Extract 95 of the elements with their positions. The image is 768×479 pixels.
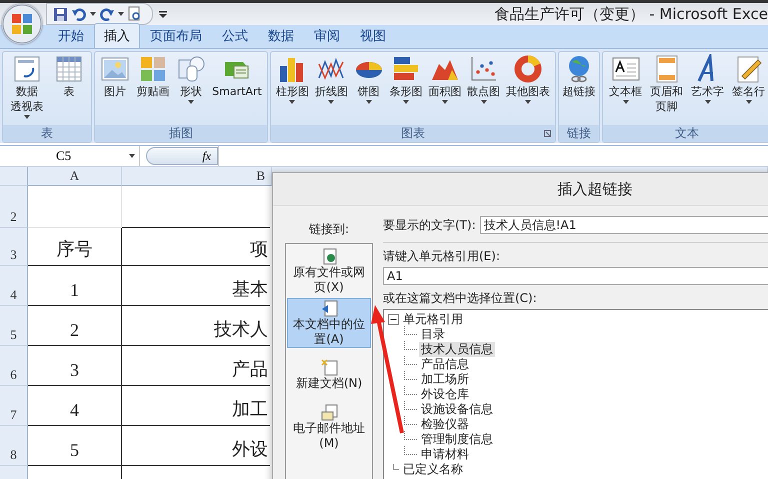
ribbon-button[interactable]: 折线图 (314, 54, 348, 125)
display-text-field[interactable]: 技术人员信息!A1 (480, 216, 768, 234)
row-header[interactable]: 7 (0, 386, 28, 426)
tree-item[interactable]: 目录 (419, 327, 447, 342)
table-cell: 项 (122, 228, 270, 266)
table-cell: 3 (28, 346, 122, 386)
customize-toolbar-icon[interactable] (159, 10, 167, 18)
ribbon-tab[interactable]: 开始 (48, 23, 94, 48)
row-header[interactable]: 6 (0, 346, 28, 386)
tree-item[interactable]: 管理制度信息 (419, 432, 495, 447)
ribbon-button[interactable]: 柱形图 (276, 54, 309, 125)
tree-item[interactable]: 产品信息 (419, 357, 471, 372)
table-icon (54, 54, 84, 84)
field-label: 或在这篇文档中选择位置(C): (383, 290, 538, 307)
table-cell: 基本 (122, 266, 270, 306)
row-header[interactable]: 8 (0, 426, 28, 466)
document-arrow-icon (320, 300, 338, 316)
tree-item[interactable]: 加工场所 (419, 372, 471, 387)
group-label: 图表 (401, 125, 425, 142)
ribbon-button[interactable]: 面积图 (428, 54, 462, 125)
field-label: 要显示的文字(T): (383, 216, 476, 234)
table-cell: 外设 (122, 426, 270, 466)
table-cell: 产品 (122, 346, 270, 386)
ribbon-button[interactable]: 图片 (100, 54, 130, 125)
ribbon-button[interactable]: 艺术字 (691, 54, 724, 125)
dialog-title: 插入超链接 (558, 180, 632, 198)
new-document-icon (320, 359, 338, 376)
table-cell: 4 (28, 386, 122, 426)
ribbon-button[interactable]: 表 (54, 54, 84, 125)
redo-icon[interactable] (100, 7, 114, 21)
tree-item[interactable]: 技术人员信息 (419, 342, 495, 357)
ribbon-tab[interactable]: 视图 (350, 23, 396, 48)
ribbon-button[interactable]: 条形图 (389, 54, 422, 125)
link-type-button[interactable]: 电子邮件地址(M) (287, 402, 371, 452)
group-label: 插图 (169, 125, 193, 142)
column-header[interactable]: B (122, 167, 272, 186)
group-label: 表 (41, 125, 53, 142)
envelope-document-icon (320, 404, 338, 420)
ribbon-button[interactable]: 签名行 (732, 54, 765, 125)
ribbon-button[interactable]: 其他图表 (506, 54, 550, 125)
ribbon-button[interactable]: 超链接 (562, 54, 596, 125)
pivot-table-icon (12, 54, 42, 84)
caret-icon (118, 12, 124, 16)
tree-item[interactable]: 单元格引用 (401, 312, 465, 327)
row-header[interactable]: 5 (0, 306, 28, 346)
group-label: 文本 (675, 125, 699, 142)
group-label: 链接 (567, 125, 591, 142)
ribbon-button[interactable]: 散点图 (467, 54, 500, 125)
column-header[interactable]: A (28, 167, 122, 186)
ribbon-button[interactable]: 剪贴画 (136, 54, 170, 125)
table-cell: 1 (28, 266, 122, 306)
field-label: 请键入单元格引用(E): (383, 248, 501, 265)
link-type-button[interactable]: 本文档中的位置(A) (287, 298, 371, 348)
ribbon-tab[interactable]: 审阅 (304, 23, 350, 48)
insert-function-button[interactable]: fx (146, 147, 218, 165)
row-header[interactable]: 4 (0, 266, 28, 306)
ribbon-tab[interactable]: 公式 (212, 23, 258, 48)
save-icon[interactable] (53, 6, 68, 22)
ribbon-button[interactable]: 数据 透视表 (10, 54, 44, 125)
tree-item[interactable]: 检验仪器 (419, 417, 471, 432)
tree-item[interactable]: 已定义名称 (401, 462, 465, 477)
document-globe-icon (320, 248, 338, 264)
ribbon-button[interactable]: 形状 (176, 54, 206, 125)
ribbon-tab[interactable]: 数据 (258, 23, 304, 48)
ribbon-button[interactable]: 页眉和 页脚 (650, 54, 683, 125)
ribbon-button[interactable]: SmartArt (212, 54, 262, 125)
tree-item[interactable]: 外设仓库 (419, 387, 471, 402)
undo-icon[interactable] (72, 7, 86, 21)
cell-reference-field[interactable]: A1 (383, 267, 768, 285)
dialog-launcher-icon[interactable] (544, 130, 551, 137)
table-cell: 序号 (28, 228, 122, 266)
table-cell: 技术人 (122, 306, 270, 346)
window-title: 食品生产许可（变更） - Microsoft Exce (494, 4, 768, 24)
office-logo-button[interactable] (2, 4, 42, 44)
table-cell: 2 (28, 306, 122, 346)
table-cell: 5 (28, 426, 122, 466)
table-cell: 加工 (122, 386, 270, 426)
ribbon-button[interactable]: 文本框 (609, 54, 642, 125)
link-type-button[interactable]: 原有文件或网页(X) (287, 246, 371, 296)
row-header[interactable]: 3 (0, 228, 28, 266)
ribbon-tab[interactable]: 页面布局 (140, 23, 212, 48)
shapes-icon (176, 54, 206, 84)
donut-chart-icon (512, 54, 543, 84)
collapse-toggle-icon[interactable] (388, 314, 399, 325)
caret-icon (129, 154, 135, 158)
tree-item[interactable]: 申请材料 (419, 447, 471, 462)
link-to-label: 链接到: (308, 221, 350, 238)
row-header[interactable]: 2 (0, 186, 28, 228)
ribbon-tab[interactable]: 插入 (94, 23, 140, 48)
print-preview-icon[interactable] (128, 6, 142, 22)
caret-icon (90, 12, 96, 16)
tree-item[interactable]: 设施设备信息 (419, 402, 495, 417)
ribbon-button[interactable]: 饼图 (354, 54, 384, 125)
name-box[interactable]: C5 (0, 146, 140, 166)
link-type-button[interactable]: 新建文档(N) (287, 350, 371, 400)
